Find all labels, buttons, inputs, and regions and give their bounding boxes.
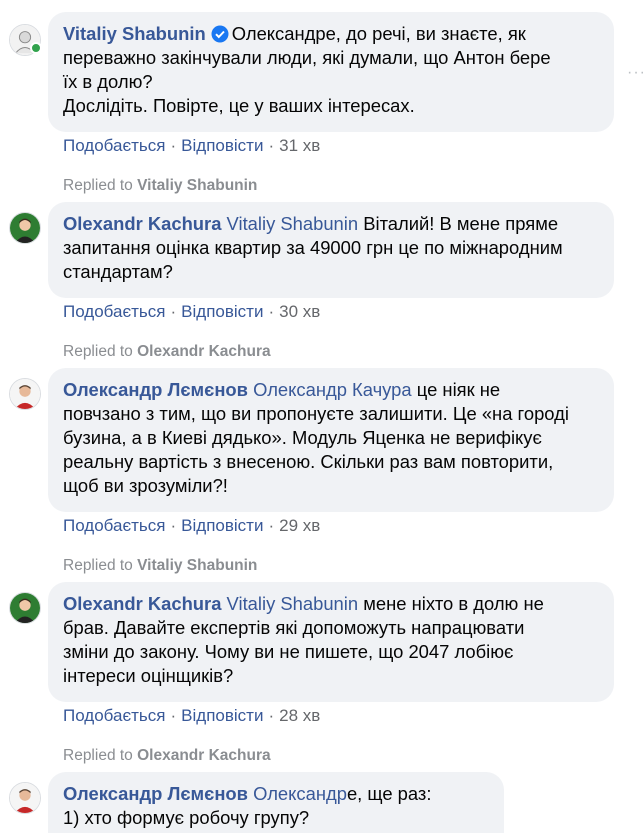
comment-text: бузина, а в Киеві дядько». Модуль Яценка… bbox=[63, 427, 542, 448]
replied-to[interactable]: Replied to Vitaliy Shabunin bbox=[63, 176, 257, 196]
comment-text: Дослідіть. Повірте, це у ваших інтересах… bbox=[63, 95, 415, 116]
reply-link[interactable]: Відповісти bbox=[181, 516, 263, 535]
replied-to-name: Olexandr Kachura bbox=[137, 343, 271, 360]
comment-text: стандартам? bbox=[63, 261, 173, 282]
timestamp[interactable]: 30 хв bbox=[279, 302, 320, 321]
comment-text: запитання оцінка квартир за 49000 грн це… bbox=[63, 237, 563, 258]
avatar-oleksandr-lemenov[interactable] bbox=[9, 782, 41, 814]
comment-text: інтереси оцінщиків? bbox=[63, 665, 234, 686]
like-link[interactable]: Подобається bbox=[63, 136, 166, 155]
reply-link[interactable]: Відповісти bbox=[181, 302, 263, 321]
comment-text: їх в долю? bbox=[63, 71, 153, 92]
like-link[interactable]: Подобається bbox=[63, 706, 166, 725]
replied-to-name: Vitaliy Shabunin bbox=[137, 557, 258, 574]
like-link[interactable]: Подобається bbox=[63, 516, 166, 535]
reply-link[interactable]: Відповісти bbox=[181, 706, 263, 725]
comment-bubble: Vitaliy Shabunin Олександре, до речі, ви … bbox=[48, 12, 614, 132]
comment-text: повчзано з тим, що ви пропонуєте залишит… bbox=[63, 403, 569, 424]
comment-text: реальну вартість з внесеною. Скільки раз… bbox=[63, 451, 554, 472]
comment-text: мене ніхто в долю не bbox=[363, 593, 544, 614]
comment-actions: Подобається · Відповісти · 31 хв bbox=[63, 136, 321, 155]
avatar-olexandr-kachura[interactable] bbox=[9, 212, 41, 244]
reply-link[interactable]: Відповісти bbox=[181, 136, 263, 155]
comment-text: Віталий! В мене пряме bbox=[363, 213, 559, 234]
replied-to[interactable]: Replied to Olexandr Kachura bbox=[63, 342, 271, 362]
timestamp[interactable]: 29 хв bbox=[279, 516, 320, 535]
comment-text: переважно закінчували люди, які думали, … bbox=[63, 47, 551, 68]
replied-to-name: Vitaliy Shabunin bbox=[137, 177, 258, 194]
mention-link[interactable]: Олександр bbox=[253, 783, 347, 804]
comment-bubble: Olexandr Kachura Vitaliy Shabunin Вітали… bbox=[48, 202, 614, 298]
comment-author[interactable]: Olexandr Kachura bbox=[63, 593, 221, 614]
comment-author[interactable]: Olexandr Kachura bbox=[63, 213, 221, 234]
mention-link[interactable]: Vitaliy Shabunin bbox=[227, 593, 359, 614]
replied-to[interactable]: Replied to Vitaliy Shabunin bbox=[63, 556, 257, 576]
replied-to-name: Olexandr Kachura bbox=[137, 747, 271, 764]
verified-badge-icon bbox=[211, 25, 229, 43]
comment-bubble: Олександр Лємєнов Олександр Качура це ні… bbox=[48, 368, 614, 512]
timestamp[interactable]: 31 хв bbox=[279, 136, 320, 155]
mention-link[interactable]: Vitaliy Shabunin bbox=[227, 213, 359, 234]
comment-actions: Подобається · Відповісти · 30 хв bbox=[63, 302, 321, 321]
comment-bubble: Олександр Лємєнов Олександре, ще раз: 1)… bbox=[48, 772, 504, 833]
comment-text: щоб ви зрозуміли?! bbox=[63, 475, 228, 496]
comment-text: це ніяк не bbox=[416, 379, 501, 400]
comment-text: 1) хто формує робочу групу? bbox=[63, 807, 310, 828]
comment-author[interactable]: Vitaliy Shabunin bbox=[63, 23, 206, 44]
avatar-olexandr-kachura[interactable] bbox=[9, 592, 41, 624]
more-horizontal-icon[interactable]: ··· bbox=[627, 64, 643, 82]
comment-text: е, ще раз: bbox=[346, 783, 432, 804]
online-status-icon bbox=[30, 42, 42, 54]
comment-text: брав. Давайте експертів які допоможуть н… bbox=[63, 617, 525, 638]
mention-link[interactable]: Олександр Качура bbox=[253, 379, 412, 400]
comment-author[interactable]: Олександр Лємєнов bbox=[63, 783, 248, 804]
timestamp[interactable]: 28 хв bbox=[279, 706, 320, 725]
comment-text: зміни до закону. Чому ви не пишете, що 2… bbox=[63, 641, 514, 662]
comment-bubble: Olexandr Kachura Vitaliy Shabunin мене н… bbox=[48, 582, 614, 702]
avatar-oleksandr-lemenov[interactable] bbox=[9, 378, 41, 410]
comment-actions: Подобається · Відповісти · 28 хв bbox=[63, 706, 321, 725]
like-link[interactable]: Подобається bbox=[63, 302, 166, 321]
comment-text: Олександре, до речі, ви знаєте, як bbox=[231, 23, 526, 44]
replied-to[interactable]: Replied to Olexandr Kachura bbox=[63, 746, 271, 766]
comment-actions: Подобається · Відповісти · 29 хв bbox=[63, 516, 321, 535]
comment-author[interactable]: Олександр Лємєнов bbox=[63, 379, 248, 400]
